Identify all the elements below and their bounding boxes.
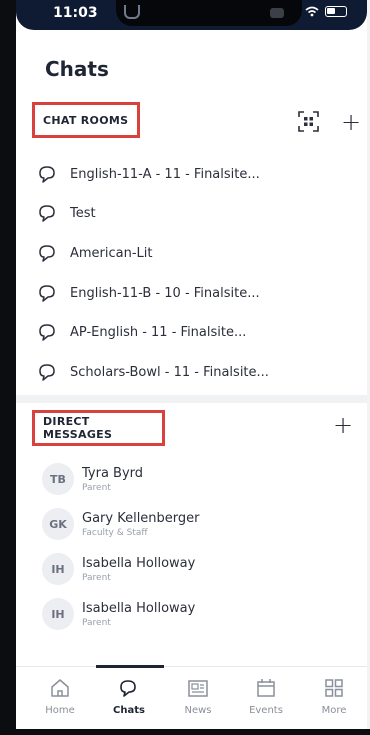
tab-news-label: News [184,705,212,716]
chat-room-icon [39,324,55,341]
battery-icon [325,6,347,17]
direct-messages-header: DIRECT MESSAGES [32,410,165,446]
dm-list-item[interactable]: GK Gary Kellenberger Faculty & Staff [42,504,322,544]
tab-events[interactable]: Events [236,677,296,716]
home-icon [51,679,69,697]
chat-room-label: English-11-A - 11 - Finalsite... [70,166,260,182]
chat-room-icon [39,205,55,222]
chat-room-label: Test [70,205,96,221]
wifi-icon [305,6,319,17]
avatar: IH [42,598,74,630]
avatar: IH [42,553,74,585]
status-time: 11:03 [53,5,98,21]
tab-chats-label: Chats [113,705,145,716]
chat-room-item[interactable]: American-Lit [38,238,338,268]
camera-icon [124,5,140,19]
chat-room-icon [39,285,55,302]
sensor-icon [270,8,284,18]
tab-home[interactable]: Home [30,677,90,716]
tab-home-label: Home [45,705,75,716]
tab-more-label: More [321,705,347,716]
news-icon [188,680,208,697]
direct-messages-header-label: DIRECT MESSAGES [43,415,113,441]
chat-room-label: American-Lit [70,245,153,261]
dm-contact-name: Isabella Holloway [82,555,196,571]
chat-room-item[interactable]: Scholars-Bowl - 11 - Finalsite... [38,357,338,387]
qr-scan-icon[interactable] [298,111,319,132]
page-title: Chats [45,57,109,81]
status-bar: 11:03 [16,0,367,30]
avatar: TB [42,463,74,495]
device-frame-bottom [0,729,370,735]
avatar: GK [42,508,74,540]
bottom-tab-bar: Home Chats News Events More [16,665,367,729]
section-divider [16,395,367,403]
dm-contact-name: Tyra Byrd [82,465,144,481]
chat-icon [120,680,136,697]
add-chat-room-icon[interactable]: + [341,110,361,134]
dm-list-item[interactable]: IH Isabella Holloway Parent [42,549,322,589]
chat-room-label: Scholars-Bowl - 11 - Finalsite... [70,364,269,380]
chat-room-item[interactable]: English-11-A - 11 - Finalsite... [38,159,338,189]
tab-chats[interactable]: Chats [99,677,159,716]
dm-contact-name: Isabella Holloway [82,600,196,616]
dm-list-item[interactable]: TB Tyra Byrd Parent [42,459,322,499]
chat-rooms-header: CHAT ROOMS [32,102,140,138]
dm-contact-name: Gary Kellenberger [82,510,200,526]
tab-news[interactable]: News [168,677,228,716]
chat-room-item[interactable]: AP-English - 11 - Finalsite... [38,317,338,347]
chat-room-item[interactable]: English-11-B - 10 - Finalsite... [38,278,338,308]
dm-contact-role: Parent [82,482,111,493]
calendar-icon [257,679,275,697]
camera-notch [116,0,302,26]
tab-more[interactable]: More [304,677,364,716]
dm-contact-role: Parent [82,572,111,583]
active-tab-indicator [96,665,164,668]
add-direct-message-icon[interactable]: + [333,413,353,437]
status-icons [305,6,347,17]
chat-room-icon [39,245,55,262]
chat-room-icon [39,364,55,381]
chat-room-label: AP-English - 11 - Finalsite... [70,324,247,340]
grid-icon [325,679,343,697]
chat-room-label: English-11-B - 10 - Finalsite... [70,285,260,301]
device-frame-left [0,0,16,735]
tab-events-label: Events [249,705,283,716]
chat-rooms-header-label: CHAT ROOMS [43,113,129,127]
chat-room-item[interactable]: Test [38,198,338,228]
dm-contact-role: Parent [82,617,111,628]
chat-room-icon [39,166,55,183]
dm-list-item[interactable]: IH Isabella Holloway Parent [42,594,322,634]
dm-contact-role: Faculty & Staff [82,527,148,538]
